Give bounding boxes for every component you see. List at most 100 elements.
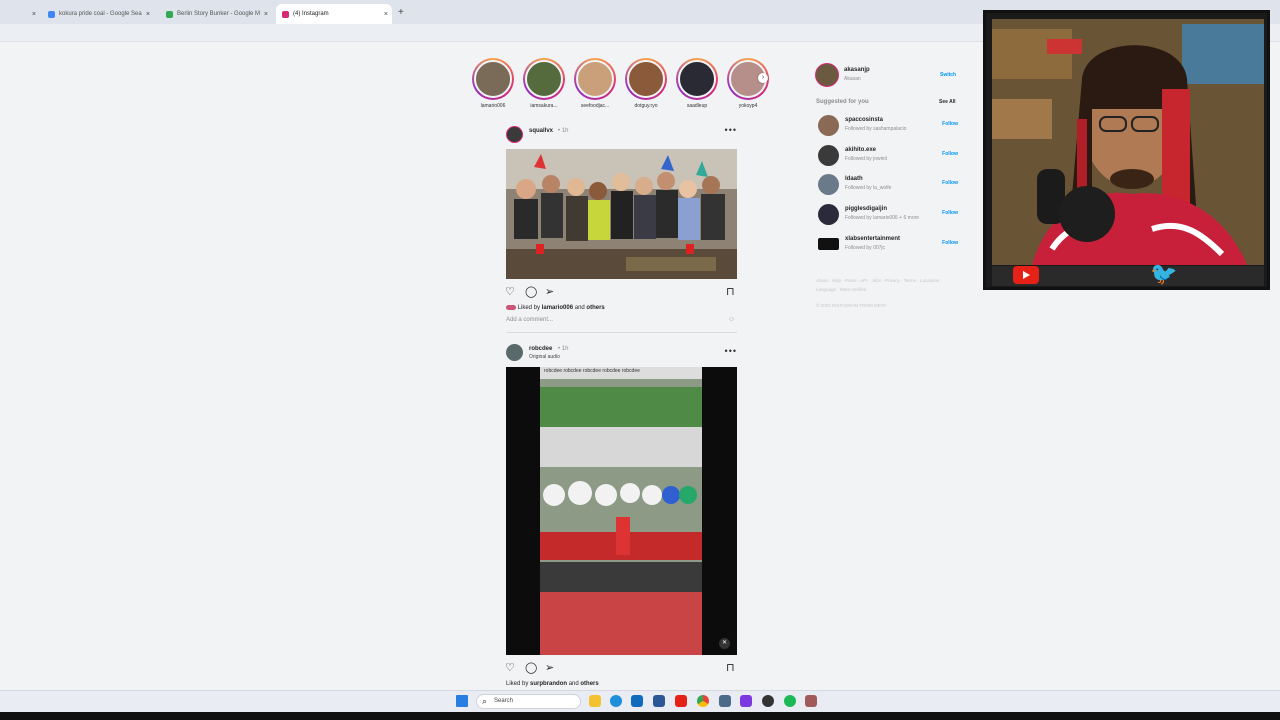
story-avatar <box>525 60 563 98</box>
instagram-icon <box>282 10 289 18</box>
webcam-overlay <box>983 10 1270 290</box>
suggestion-avatar[interactable] <box>818 145 839 166</box>
maps-icon <box>166 10 173 18</box>
story-item[interactable]: iamsakura... <box>519 58 569 109</box>
obs-icon[interactable] <box>762 695 774 707</box>
see-all-button[interactable]: See All <box>939 99 956 105</box>
outlook-icon[interactable] <box>631 695 643 707</box>
store-icon[interactable] <box>653 695 665 707</box>
suggestion-name[interactable]: ldaath <box>845 176 863 182</box>
share-send-icon[interactable]: ➢ <box>545 285 554 298</box>
more-options-icon[interactable]: ••• <box>725 125 737 135</box>
follow-button[interactable]: Follow <box>942 151 958 157</box>
windows-start-icon[interactable] <box>456 695 468 707</box>
tab-partial[interactable]: × <box>0 4 40 24</box>
footer-links[interactable]: About · Help · Press · API · Jobs · Priv… <box>816 276 951 294</box>
post-avatar[interactable] <box>506 126 523 143</box>
screen: × kokura pride coal - Google Sea × Berli… <box>0 0 1280 720</box>
follow-button[interactable]: Follow <box>942 180 958 186</box>
story-name: seefoodjac... <box>580 103 610 109</box>
stories-next-chevron-icon[interactable]: › <box>758 73 768 83</box>
like-heart-icon[interactable]: ♡ <box>505 285 515 298</box>
liked-by: Liked by lamario006 and others <box>506 305 605 311</box>
suggested-title: Suggested for you <box>816 99 869 105</box>
tab-close-icon[interactable]: × <box>384 11 388 18</box>
taskbar-search[interactable]: ⌕ Search <box>476 694 581 709</box>
follow-button[interactable]: Follow <box>942 210 958 216</box>
tab-close-icon[interactable]: × <box>264 11 268 18</box>
chrome-icon[interactable] <box>697 695 709 707</box>
more-options-icon[interactable]: ••• <box>725 346 737 356</box>
post-actions: ♡ ◯ ➢ ⊓ <box>505 285 737 299</box>
my-avatar[interactable] <box>815 63 839 87</box>
post-video[interactable]: robcdee robcdee robcdee robcdee robcdee … <box>506 367 737 655</box>
my-username[interactable]: akasanjp <box>844 67 870 73</box>
streamer-figure <box>992 19 1264 265</box>
post-username[interactable]: squallvx <box>529 128 553 134</box>
app-x-icon[interactable] <box>719 695 731 707</box>
suggestion-avatar[interactable] <box>818 115 839 136</box>
emoji-icon[interactable]: ☺ <box>728 316 735 323</box>
tab-close-icon[interactable]: × <box>146 11 150 18</box>
tab-label: kokura pride coal - Google Sea <box>59 11 142 17</box>
story-item[interactable]: yokoyp4 <box>723 58 773 109</box>
xlabs-logo-icon[interactable] <box>818 238 839 250</box>
post-image[interactable] <box>506 149 737 279</box>
bookmark-icon[interactable]: ⊓ <box>726 661 735 674</box>
suggestion-name[interactable]: spaccosinsta <box>845 117 883 123</box>
follow-button[interactable]: Follow <box>942 121 958 127</box>
twitch-icon[interactable] <box>740 695 752 707</box>
liked-by-suffix: and <box>568 681 579 687</box>
mute-icon[interactable]: ✕ <box>719 638 730 649</box>
follow-button[interactable]: Follow <box>942 240 958 246</box>
suggestion-followed-by: Followed by la_wolfe <box>845 185 892 191</box>
liked-by-suffix: and <box>574 305 585 312</box>
share-send-icon[interactable]: ➢ <box>545 661 554 674</box>
add-comment-input[interactable]: Add a comment... <box>506 317 553 323</box>
liked-by-user[interactable]: surpbrandon <box>530 681 567 687</box>
liked-by-prefix: Liked by <box>506 681 529 687</box>
bookmark-icon[interactable]: ⊓ <box>726 285 735 298</box>
suggestion-name[interactable]: akihito.exe <box>845 147 876 153</box>
new-tab-button[interactable]: + <box>398 7 404 18</box>
liked-by-user[interactable]: lamario006 <box>542 305 573 311</box>
suggestion-item: spaccosinsta Followed by sashampalacio F… <box>818 115 960 137</box>
story-avatar <box>678 60 716 98</box>
post-avatar[interactable] <box>506 344 523 361</box>
edge-browser-icon[interactable] <box>610 695 622 707</box>
liked-by-prefix: Liked by <box>517 305 541 312</box>
switch-account-button[interactable]: Switch <box>940 72 956 78</box>
file-explorer-icon[interactable] <box>589 695 601 707</box>
post-username[interactable]: robcdee <box>529 346 552 352</box>
spotify-icon[interactable] <box>784 695 796 707</box>
story-name: dotguy.ryo <box>634 103 658 109</box>
story-name: lamario006 <box>480 103 506 109</box>
search-icon: ⌕ <box>482 696 488 706</box>
youtube-app-icon[interactable] <box>675 695 687 707</box>
suggestion-avatar[interactable] <box>818 174 839 195</box>
tab-berlin[interactable]: Berlin Story Bunker - Google M × <box>160 4 272 24</box>
story-avatar <box>576 60 614 98</box>
comment-icon[interactable]: ◯ <box>525 285 537 298</box>
tab-kokura[interactable]: kokura pride coal - Google Sea × <box>42 4 154 24</box>
story-item[interactable]: seefoodjac... <box>570 58 620 109</box>
suggestion-name[interactable]: pigglesdigaijin <box>845 206 887 212</box>
story-item[interactable]: dotguy.ryo <box>621 58 671 109</box>
app-misc-icon[interactable] <box>805 695 817 707</box>
suggestion-name[interactable]: xlabsentertainment <box>845 236 900 242</box>
tab-label: Berlin Story Bunker - Google M <box>177 11 261 17</box>
post-audio[interactable]: Original audio <box>529 354 560 360</box>
post-actions: ♡ ◯ ➢ ⊓ <box>505 661 737 675</box>
tab-close-icon[interactable]: × <box>32 11 36 18</box>
story-item[interactable]: lamario006 <box>468 58 518 109</box>
suggestion-avatar[interactable] <box>818 204 839 225</box>
suggestion-followed-by: Followed by sashampalacio <box>845 126 907 132</box>
search-label: Search <box>494 698 514 704</box>
liked-by-others[interactable]: others <box>586 305 604 311</box>
like-heart-icon[interactable]: ♡ <box>505 661 515 674</box>
liked-by-others[interactable]: others <box>580 681 598 687</box>
story-name: yokoyp4 <box>738 103 758 109</box>
tab-instagram[interactable]: (4) Instagram × <box>276 4 392 24</box>
story-item[interactable]: saadleup <box>672 58 722 109</box>
comment-icon[interactable]: ◯ <box>525 661 537 674</box>
